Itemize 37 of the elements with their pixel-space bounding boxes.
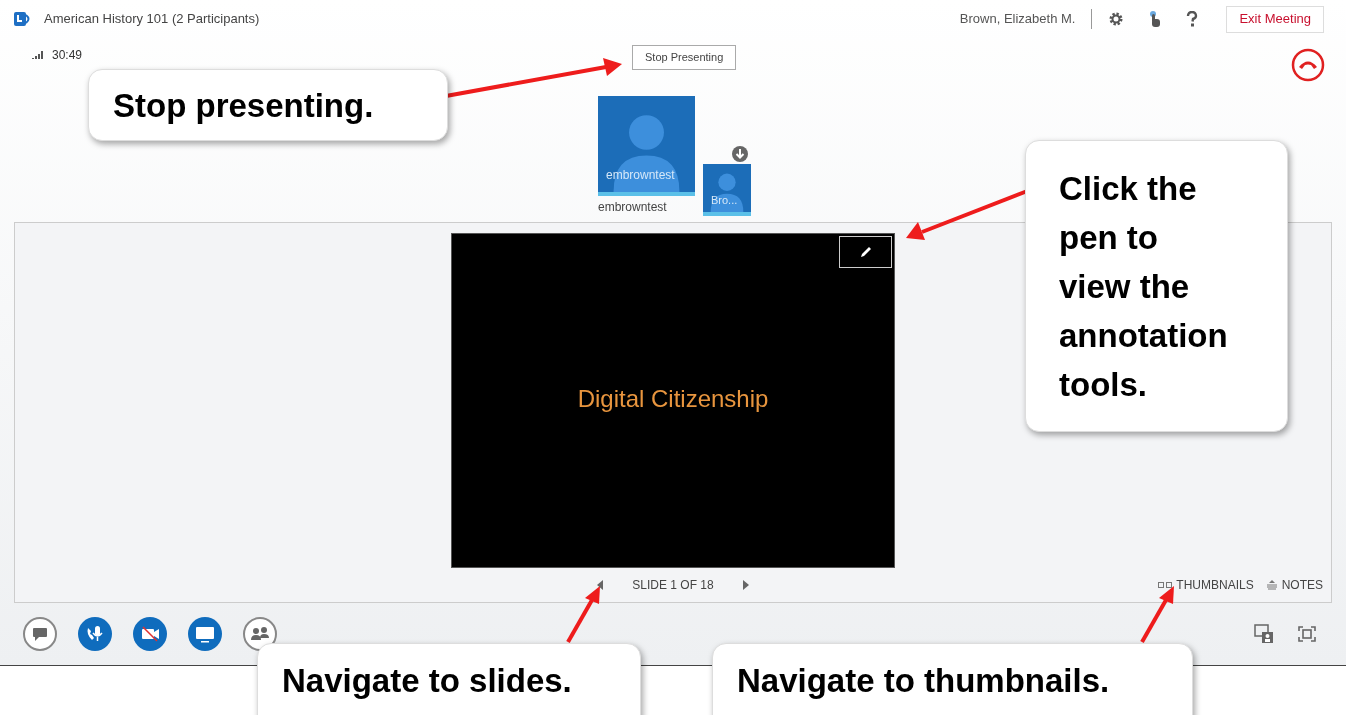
hand-pointer-icon[interactable]: [1148, 10, 1163, 28]
callout-text: Navigate to slides.: [282, 662, 572, 699]
settings-icon[interactable]: [1108, 11, 1125, 27]
download-arrow-icon[interactable]: [732, 146, 748, 162]
callout-arrow: [1140, 586, 1174, 643]
callout-text: Click the pen to view the annotation tools.: [1059, 168, 1229, 405]
help-icon[interactable]: [1186, 11, 1199, 27]
callout-text: Navigate to thumbnails.: [737, 662, 1110, 699]
notes-icon: [1265, 580, 1278, 590]
participant-name: embrowntest: [606, 167, 675, 184]
previous-slide-icon[interactable]: [596, 579, 605, 591]
chat-button[interactable]: [22, 616, 58, 652]
notes-link[interactable]: NOTES: [1265, 576, 1323, 594]
signal-strength-icon: [32, 51, 44, 59]
thumbnails-icon: [1158, 582, 1173, 588]
thumbnails-link[interactable]: THUMBNAILS: [1158, 576, 1254, 594]
audio-button[interactable]: [77, 616, 113, 652]
video-button[interactable]: [132, 616, 168, 652]
slide-title: Digital Citizenship: [577, 383, 769, 414]
exit-meeting-button[interactable]: Exit Meeting: [1226, 5, 1324, 33]
fullscreen-icon[interactable]: [1298, 626, 1316, 642]
present-button[interactable]: [187, 616, 223, 652]
participant-name: Bro...: [711, 192, 738, 208]
content-view-icon[interactable]: [1254, 624, 1274, 644]
pen-icon: [858, 245, 873, 259]
hang-up-icon[interactable]: [1290, 47, 1326, 83]
app-logo-icon: [14, 11, 32, 27]
call-timer: 30:49: [52, 47, 83, 64]
next-slide-icon[interactable]: [741, 579, 750, 591]
window-title: American History 101 (2 Participants): [44, 10, 260, 29]
pen-button[interactable]: [839, 236, 892, 268]
slide-counter: SLIDE 1 OF 18: [632, 577, 714, 594]
participant-caption: embrowntest: [598, 199, 667, 216]
callout-arrow: [566, 586, 600, 643]
callout-text: Stop presenting.: [113, 85, 374, 126]
stop-presenting-button[interactable]: Stop Presenting: [632, 45, 737, 70]
user-name: Brown, Elizabeth M.: [959, 10, 1076, 29]
